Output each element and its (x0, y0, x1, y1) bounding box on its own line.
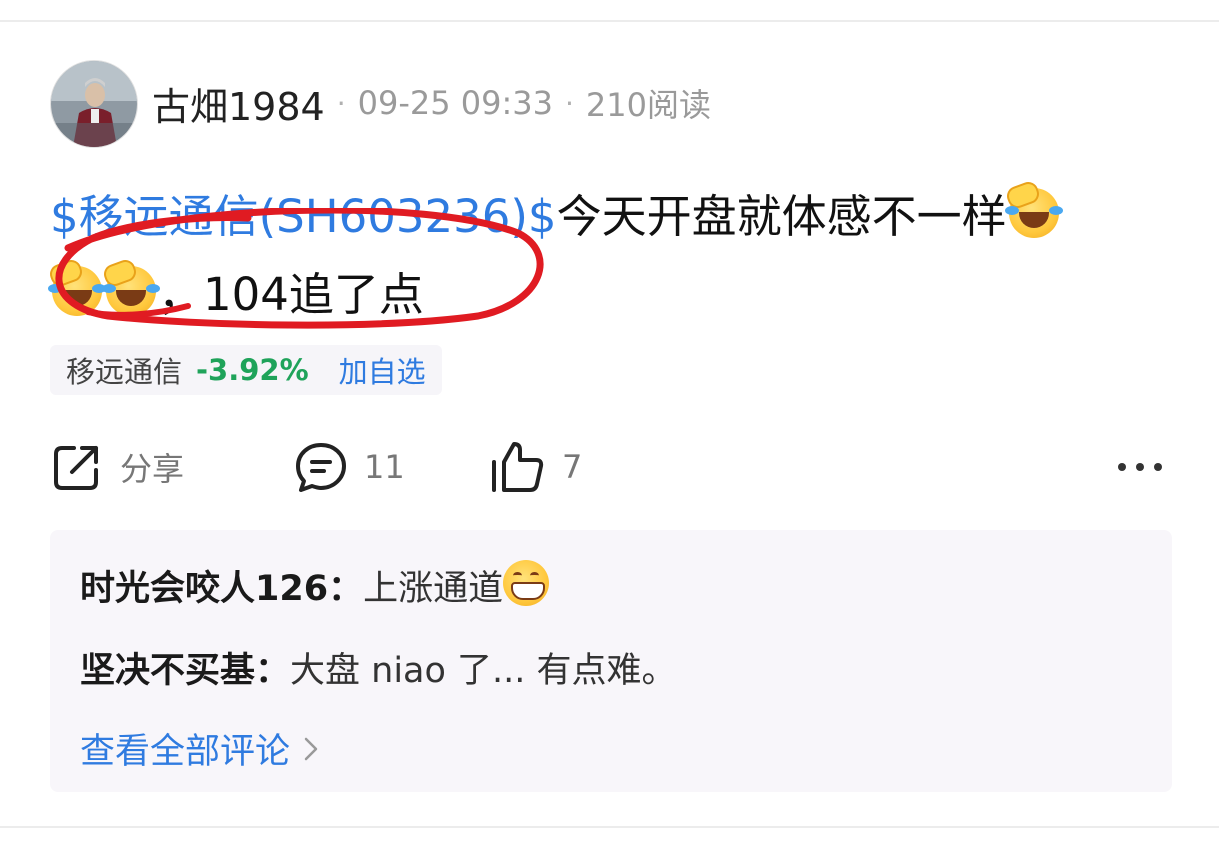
laughing-crying-emoji (101, 257, 160, 316)
share-label: 分享 (120, 450, 185, 488)
read-count: 210阅读 (585, 86, 711, 124)
comment-icon (296, 443, 346, 492)
comment-button[interactable]: 11 (294, 436, 405, 498)
comment-author[interactable]: 坚决不买基： (80, 651, 290, 691)
comment-text: 上涨通道 (363, 569, 504, 609)
view-all-comments-link[interactable]: 查看全部评论 (80, 723, 318, 774)
stock-tag-link[interactable]: $移远通信(SH603236)$ (50, 190, 557, 243)
avatar[interactable] (50, 60, 138, 148)
more-icon (1118, 463, 1162, 471)
more-button[interactable] (1114, 436, 1166, 498)
view-all-comments-label: 查看全部评论 (80, 732, 291, 772)
laughing-crying-emoji (47, 257, 106, 316)
comment-author[interactable]: 时光会咬人126： (80, 569, 363, 609)
separator-dot: · (565, 86, 574, 120)
comment-item[interactable]: 坚决不买基：大盘 niao 了... 有点难。 (80, 642, 677, 693)
top-divider (0, 20, 1219, 22)
comment-count: 11 (364, 448, 405, 486)
grinning-emoji (503, 560, 550, 606)
post-text-part1: 今天开盘就体感不一样 (556, 190, 1007, 243)
laughing-crying-emoji (1003, 179, 1063, 238)
stock-chip-name: 移远通信 (66, 355, 183, 389)
action-bar: 分享 11 7 (50, 436, 1170, 498)
like-button[interactable]: 7 (490, 436, 582, 498)
post-body: $移远通信(SH603236)$今天开盘就体感不一样 ，104追了点 (47, 178, 1180, 334)
add-watchlist-button[interactable]: 加自选 (339, 349, 426, 391)
stock-chip-change: -3.92% (196, 353, 309, 387)
comment-text: 大盘 niao 了... 有点难。 (290, 651, 677, 691)
thumbs-up-icon (492, 442, 544, 492)
share-icon (54, 446, 98, 490)
post-date: 09-25 09:33 (357, 84, 553, 122)
chevron-right-icon (304, 737, 318, 760)
comment-item[interactable]: 时光会咬人126：上涨通道 (80, 560, 550, 611)
stock-chip[interactable]: 移远通信 -3.92% 加自选 (50, 345, 442, 395)
post-header: 古畑1984 · 09-25 09:33 · 210阅读 (152, 80, 711, 129)
separator-dot: · (336, 86, 346, 120)
author-name[interactable]: 古畑1984 (152, 76, 325, 131)
like-count: 7 (562, 448, 583, 486)
post-text-part2: ，104追了点 (158, 268, 424, 321)
share-button[interactable]: 分享 (50, 436, 184, 498)
avatar-image (51, 61, 137, 147)
comments-preview: 时光会咬人126：上涨通道 坚决不买基：大盘 niao 了... 有点难。 查看… (50, 530, 1172, 792)
bottom-divider (0, 826, 1219, 828)
